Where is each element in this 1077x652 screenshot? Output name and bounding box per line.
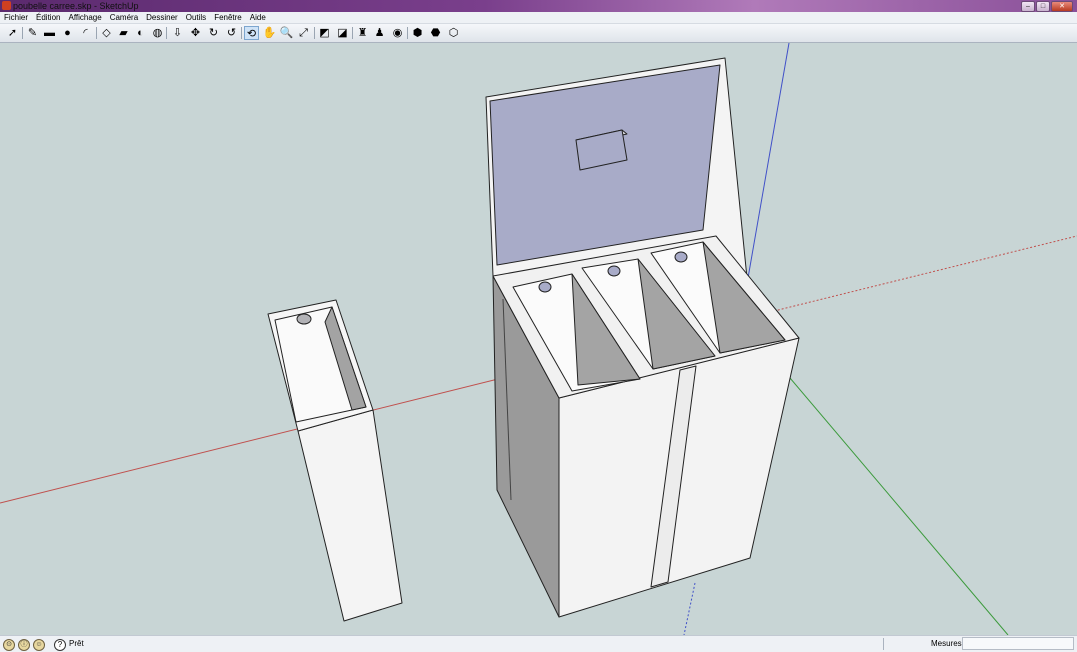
menu-edition[interactable]: Édition xyxy=(32,12,64,23)
menu-bar: Fichier Édition Affichage Caméra Dessine… xyxy=(0,12,1077,24)
toolbar-separator xyxy=(352,27,353,39)
single-bin[interactable] xyxy=(267,299,403,622)
look-around-icon[interactable]: ◉ xyxy=(390,26,405,40)
user-icon[interactable]: ☺ xyxy=(33,639,45,651)
next-view-icon[interactable]: ◪ xyxy=(335,26,350,40)
compartment-1-hole xyxy=(538,281,552,293)
circle-icon[interactable]: ● xyxy=(60,26,75,40)
status-text: Prêt xyxy=(69,639,84,648)
triple-bin-cabinet[interactable] xyxy=(485,57,800,618)
make-component-icon[interactable]: ◇ xyxy=(99,26,114,40)
orbit-icon[interactable]: ⟲ xyxy=(244,26,259,40)
share-component-icon[interactable]: ⬡ xyxy=(446,26,461,40)
pencil-icon[interactable]: ✎ xyxy=(25,26,40,40)
select-icon[interactable]: ➚ xyxy=(5,26,20,40)
single-bin-hole xyxy=(296,313,312,325)
menu-camera[interactable]: Caméra xyxy=(106,12,142,23)
toolbar-separator xyxy=(241,27,242,39)
credits-icon[interactable]: ⓘ xyxy=(18,639,30,651)
menu-fichier[interactable]: Fichier xyxy=(0,12,32,23)
geo-location-icon[interactable]: ⊙ xyxy=(3,639,15,651)
close-button[interactable]: ✕ xyxy=(1051,1,1073,12)
share-model-icon[interactable]: ⬣ xyxy=(428,26,443,40)
toolbar-separator xyxy=(22,27,23,39)
minimize-button[interactable]: – xyxy=(1021,1,1035,12)
green-axis xyxy=(789,377,1009,635)
menu-fenetre[interactable]: Fenêtre xyxy=(210,12,246,23)
pan-icon[interactable]: ✋ xyxy=(262,26,277,40)
toolbar-separator xyxy=(314,27,315,39)
rotate-icon[interactable]: ↻ xyxy=(206,26,221,40)
blue-axis-dashed xyxy=(683,582,696,635)
status-bar: ⊙ ⓘ ☺ ? Prêt Mesures xyxy=(0,635,1077,652)
push-pull-icon[interactable]: ⇩ xyxy=(170,26,185,40)
title-bar: poubelle carree.skp - SketchUp – □ ✕ xyxy=(0,0,1077,12)
zoom-icon[interactable]: 🔍 xyxy=(279,26,294,40)
sketchup-app-icon xyxy=(2,1,11,10)
paint-bucket-icon[interactable]: ◍ xyxy=(150,26,165,40)
maximize-button[interactable]: □ xyxy=(1036,1,1050,12)
blue-axis xyxy=(747,43,790,279)
walk-icon[interactable]: ♟ xyxy=(372,26,387,40)
help-icon[interactable]: ? xyxy=(54,639,66,651)
measurements-box[interactable] xyxy=(962,637,1074,650)
window-title: poubelle carree.skp - SketchUp xyxy=(13,1,139,11)
red-axis-dashed xyxy=(769,235,1077,313)
zoom-extents-icon[interactable]: ⤢ xyxy=(296,26,311,40)
menu-affichage[interactable]: Affichage xyxy=(64,12,105,23)
rectangle-icon[interactable]: ▬ xyxy=(42,26,57,40)
compartment-3-hole xyxy=(674,251,688,263)
toolbar-separator xyxy=(96,27,97,39)
menu-outils[interactable]: Outils xyxy=(182,12,210,23)
single-bin-front-face xyxy=(297,409,403,622)
red-axis xyxy=(0,378,499,504)
eraser-icon[interactable]: ▰ xyxy=(116,26,131,40)
toolbar-separator xyxy=(407,27,408,39)
measurements-label: Mesures xyxy=(931,639,962,648)
toolbar-separator xyxy=(166,27,167,39)
menu-aide[interactable]: Aide xyxy=(246,12,270,23)
move-icon[interactable]: ✥ xyxy=(188,26,203,40)
get-models-icon[interactable]: ⬢ xyxy=(410,26,425,40)
drawing-viewport[interactable] xyxy=(0,43,1077,635)
tape-measure-icon[interactable]: ◐ xyxy=(133,26,148,40)
model-canvas[interactable] xyxy=(0,43,1077,635)
status-divider xyxy=(883,638,884,650)
place-camera-icon[interactable]: ♜ xyxy=(355,26,370,40)
main-toolbar: ➚ ✎ ▬ ● ◜ ◇ ▰ ◐ ◍ ⇩ ✥ ↻ ↺ ⟲ ✋ 🔍 ⤢ ◩ ◪ ♜ ♟ ◉ ⬢ ⬣ ⬡ xyxy=(0,24,1077,43)
arc-icon[interactable]: ◜ xyxy=(78,26,93,40)
offset-icon[interactable]: ↺ xyxy=(224,26,239,40)
menu-dessiner[interactable]: Dessiner xyxy=(142,12,182,23)
compartment-2-hole xyxy=(607,265,621,277)
previous-view-icon[interactable]: ◩ xyxy=(317,26,332,40)
